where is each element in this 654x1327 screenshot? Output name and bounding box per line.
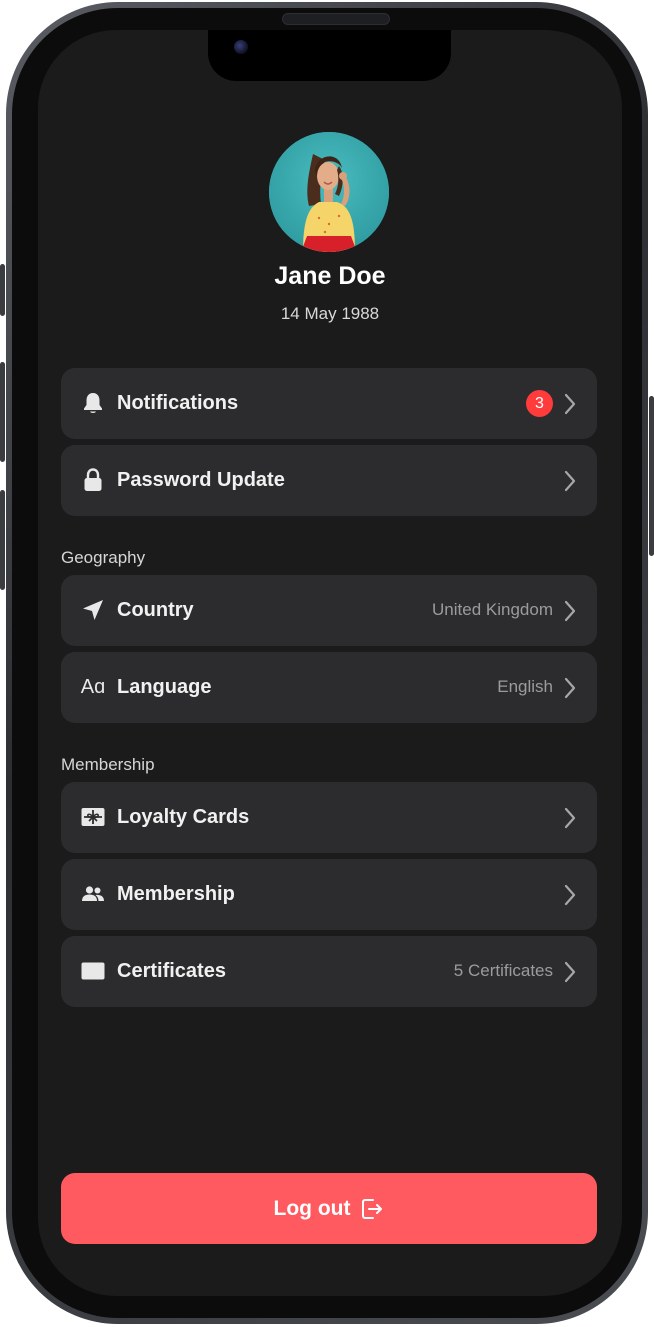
profile-name: Jane Doe: [274, 262, 386, 290]
profile-dob: 14 May 1988: [280, 304, 380, 323]
notifications-row[interactable]: Notifications 3: [61, 368, 597, 439]
logout-label: Log out: [273, 1196, 351, 1220]
membership-label: Membership: [117, 883, 235, 905]
user-photo: [269, 132, 389, 252]
bell-icon: [81, 391, 105, 415]
chevron-right-icon: [564, 470, 576, 492]
power-button: [649, 396, 654, 556]
certificate-card-icon: [81, 959, 105, 983]
language-label: Language: [117, 676, 212, 698]
chevron-right-icon: [564, 677, 576, 699]
certificates-label: Certificates: [117, 960, 226, 982]
people-icon: [81, 882, 105, 906]
membership-row[interactable]: Membership: [61, 859, 597, 930]
lock-icon: [81, 468, 105, 492]
location-arrow-icon: [81, 598, 105, 622]
chevron-right-icon: [564, 807, 576, 829]
country-row[interactable]: Country United Kingdom: [61, 575, 597, 646]
volume-up-button: [0, 362, 5, 462]
notifications-badge: 3: [526, 390, 553, 417]
avatar[interactable]: [269, 132, 389, 252]
section-title-membership: Membership: [61, 755, 155, 774]
certificates-row[interactable]: Certificates 5 Certificates: [61, 936, 597, 1007]
chevron-right-icon: [564, 961, 576, 983]
notifications-label: Notifications: [117, 392, 239, 414]
logout-icon: [362, 1198, 383, 1219]
logout-button[interactable]: Log out: [61, 1173, 597, 1244]
loyalty-cards-row[interactable]: Loyalty Cards: [61, 782, 597, 853]
loyalty-cards-label: Loyalty Cards: [117, 806, 250, 828]
certificates-value: 5 Certificates: [453, 961, 553, 980]
earpiece-speaker: [282, 13, 390, 25]
country-value: United Kingdom: [432, 600, 553, 619]
silent-switch: [0, 264, 5, 316]
chevron-right-icon: [564, 393, 576, 415]
language-row[interactable]: Aɑ Language English: [61, 652, 597, 723]
chevron-right-icon: [564, 884, 576, 906]
chevron-right-icon: [564, 600, 576, 622]
password-update-row[interactable]: Password Update: [61, 445, 597, 516]
volume-down-button: [0, 490, 5, 590]
screen: Jane Doe 14 May 1988 Notifications 3 Pas…: [38, 30, 622, 1296]
notch: [208, 30, 451, 81]
front-camera: [234, 40, 248, 54]
country-label: Country: [117, 599, 194, 621]
text-size-glyph: Aɑ: [80, 675, 106, 698]
password-update-label: Password Update: [117, 469, 285, 491]
text-size-icon: Aɑ: [79, 675, 107, 699]
language-value: English: [497, 677, 553, 696]
gift-card-icon: [81, 805, 105, 829]
section-title-geography: Geography: [61, 548, 146, 567]
